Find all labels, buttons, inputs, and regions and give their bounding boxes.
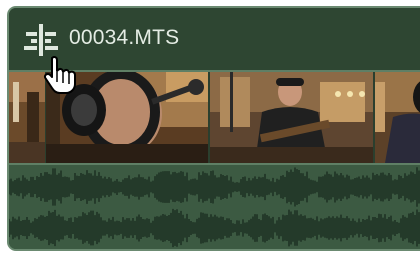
split-clip-icon[interactable]: [24, 23, 58, 57]
timeline-clip[interactable]: 00034.MTS: [7, 6, 420, 251]
hand-pointer-icon: [43, 56, 76, 94]
clip-name: 00034.MTS: [69, 26, 180, 49]
video-thumbnail: [210, 72, 373, 163]
audio-waveform: [9, 165, 420, 249]
video-thumbnail: [375, 72, 420, 163]
waveform-channel: [9, 208, 420, 248]
video-thumbnail: [9, 72, 45, 163]
waveform-channel: [9, 167, 420, 207]
